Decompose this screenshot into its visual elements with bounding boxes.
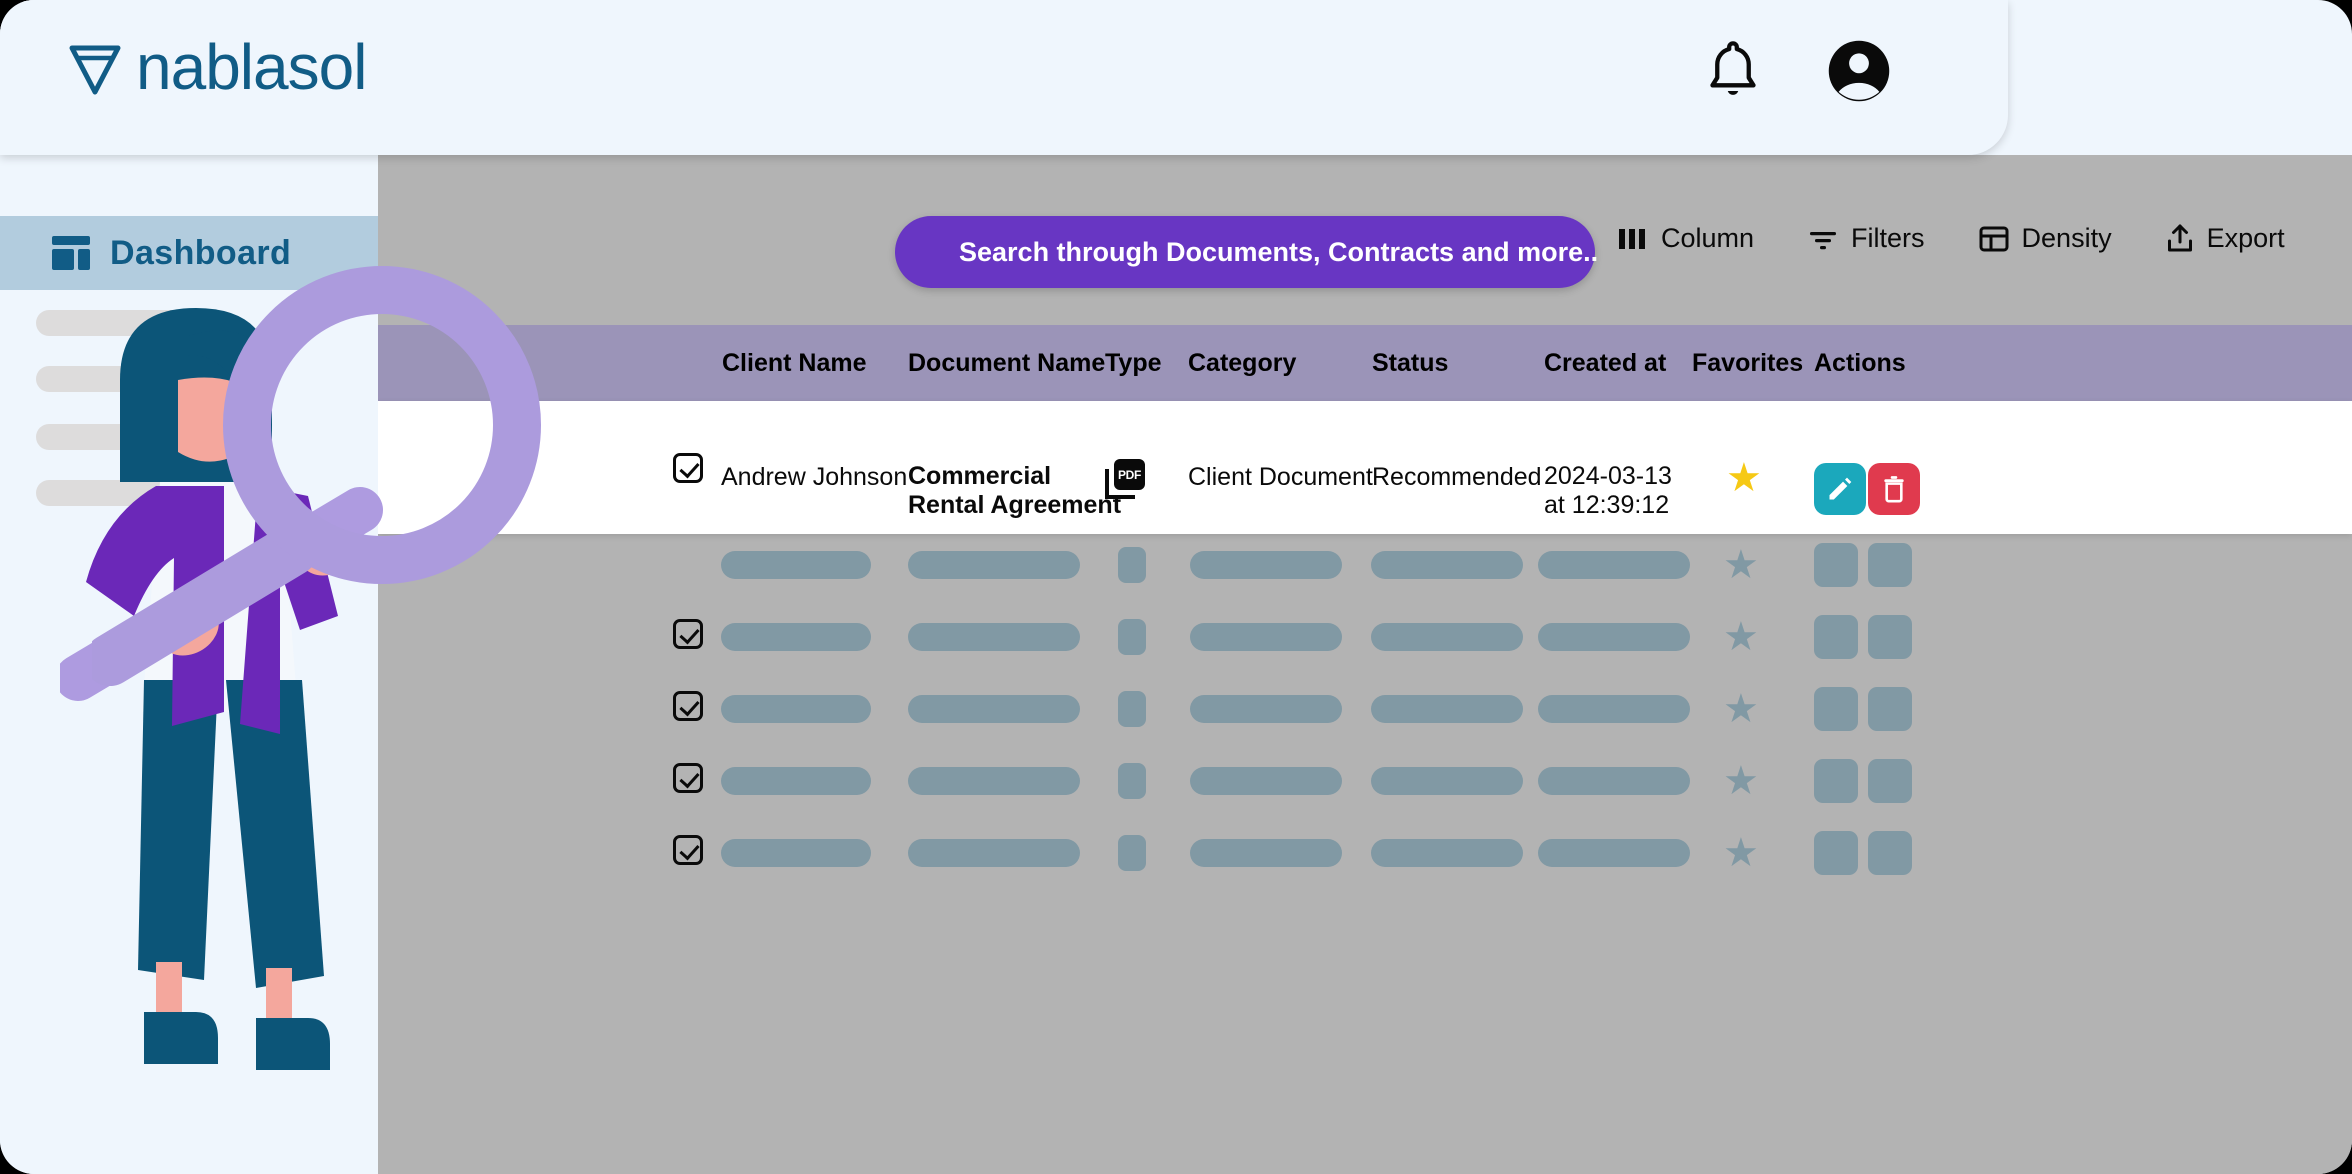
header-actions (1704, 38, 1892, 109)
column-button[interactable]: Column (1618, 223, 1754, 254)
star-outline-icon[interactable]: ★ (1723, 689, 1759, 729)
column-header-type[interactable]: Type (1105, 349, 1162, 378)
cell-document-name-line1: Commercial (908, 462, 1052, 490)
cell-created-time: at 12:39:12 (1544, 491, 1670, 519)
sidebar-placeholder-item (36, 424, 218, 450)
table-row[interactable]: ★ (378, 687, 2352, 767)
search-placeholder: Search through Documents, Contracts and … (959, 236, 1599, 267)
bell-icon (1710, 41, 1756, 95)
row-select-checkbox[interactable] (673, 835, 703, 865)
grid-toolbar: Column Filters Density Export (1618, 223, 2285, 254)
table-row[interactable]: ★ (378, 759, 2352, 839)
sidebar-placeholder-item (36, 480, 218, 506)
column-header-actions[interactable]: Actions (1814, 349, 1906, 378)
cell-category: Client Document (1188, 463, 1373, 491)
cell-status: Recommended (1372, 463, 1542, 491)
row-select-checkbox[interactable] (673, 619, 703, 649)
table-row[interactable]: Andrew Johnson Commercial Rental Agreeme… (378, 401, 2352, 534)
star-outline-icon[interactable]: ★ (1723, 833, 1759, 873)
star-outline-icon[interactable]: ★ (1723, 761, 1759, 801)
delete-button[interactable] (1868, 463, 1920, 515)
column-header-created-at[interactable]: Created at (1544, 349, 1666, 378)
column-header-category[interactable]: Category (1188, 349, 1296, 378)
filters-button-label: Filters (1851, 223, 1925, 253)
sidebar-item-dashboard[interactable]: Dashboard (0, 216, 378, 290)
pencil-icon (1829, 477, 1852, 500)
filters-button[interactable]: Filters (1808, 223, 1925, 254)
dashboard-icon (52, 236, 90, 270)
cell-client-name: Andrew Johnson (721, 463, 908, 491)
sidebar-placeholder-item (36, 310, 218, 336)
data-grid-area: Search through Documents, Contracts and … (378, 155, 2352, 1174)
column-header-document-name[interactable]: Document Name (908, 349, 1105, 378)
column-header-favorites[interactable]: Favorites (1692, 349, 1803, 378)
table-row[interactable]: ★ (378, 615, 2352, 695)
row-select-checkbox[interactable] (673, 691, 703, 721)
brand-logo[interactable]: nablasol (58, 30, 367, 104)
brand-name: nablasol (136, 31, 367, 103)
star-outline-icon[interactable]: ★ (1723, 545, 1759, 585)
trash-icon (1884, 476, 1904, 503)
row-select-checkbox[interactable] (673, 763, 703, 793)
star-outline-icon[interactable]: ★ (1723, 617, 1759, 657)
row-select-checkbox[interactable] (673, 453, 703, 483)
notification-bell-button[interactable] (1704, 40, 1762, 107)
export-button[interactable]: Export (2166, 223, 2285, 254)
export-button-label: Export (2206, 223, 2285, 253)
filter-icon (1810, 231, 1837, 249)
cell-created-date: 2024-03-13 (1544, 462, 1672, 490)
table-row[interactable]: ★ (378, 543, 2352, 623)
search-input[interactable]: Search through Documents, Contracts and … (895, 216, 1599, 288)
column-header-status[interactable]: Status (1372, 349, 1448, 378)
account-circle-icon (1828, 40, 1890, 102)
sidebar-placeholder-item (36, 366, 218, 392)
columns-icon (1619, 228, 1645, 249)
star-filled-icon[interactable]: ★ (1726, 458, 1762, 498)
table-header-row: Client Name Document Name Type Category … (378, 325, 2352, 401)
cell-document-name-line2: Rental Agreement (908, 491, 1122, 519)
sidebar: Dashboard (0, 0, 378, 1174)
export-icon (2167, 224, 2192, 251)
nabla-icon (69, 45, 121, 95)
column-header-client-name[interactable]: Client Name (722, 349, 866, 378)
column-button-label: Column (1661, 223, 1755, 253)
edit-button[interactable] (1814, 463, 1866, 515)
density-button[interactable]: Density (1979, 223, 2112, 254)
app-window: Dashboard Search through Documents, Cont… (0, 0, 2352, 1174)
app-header: nablasol (0, 0, 2008, 155)
sidebar-item-label: Dashboard (110, 233, 292, 272)
table-row[interactable]: ★ (378, 831, 2352, 911)
density-button-label: Density (2021, 223, 2112, 253)
avatar[interactable] (1826, 38, 1892, 109)
pdf-icon: PDF (1105, 459, 1145, 499)
density-icon (1979, 226, 2009, 251)
screenshot-root: Dashboard Search through Documents, Cont… (0, 0, 2352, 1174)
